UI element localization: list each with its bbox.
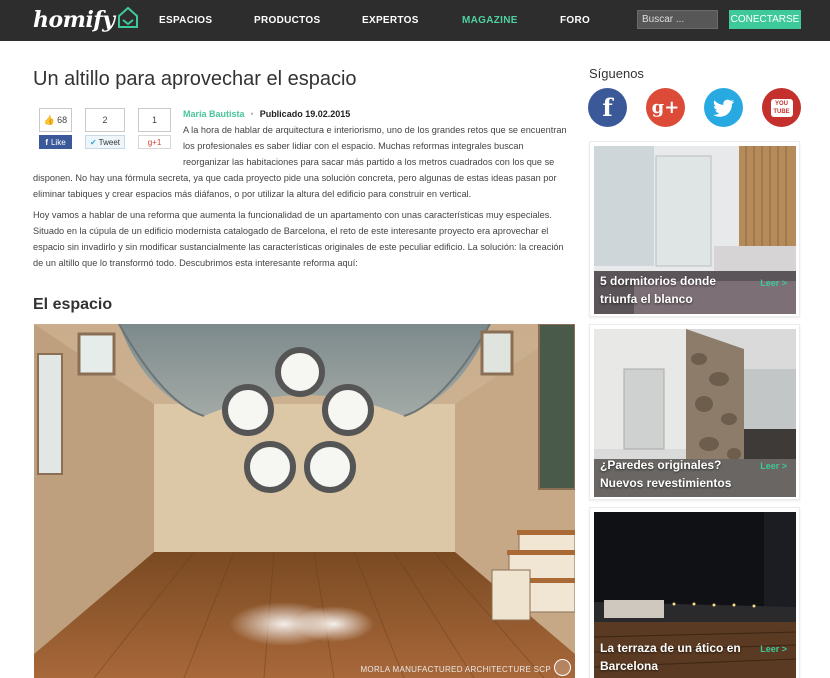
facebook-like-button[interactable]: f Like <box>39 135 72 149</box>
card-title-line: La terraza de un ático en <box>600 641 741 655</box>
nav-espacios[interactable]: ESPACIOS <box>159 0 212 41</box>
fb-count-value: 68 <box>57 115 68 125</box>
intro-paragraph-rest: disponen. No hay una fórmula secreta, ya… <box>33 170 578 202</box>
twitter-icon[interactable] <box>704 88 743 127</box>
search-input[interactable] <box>637 10 718 29</box>
author-link[interactable]: María Bautista <box>183 109 245 119</box>
photo-credit: MORLA MANUFACTURED ARCHITECTURE SCP <box>360 665 551 674</box>
top-navigation-bar: homify ESPACIOS PRODUCTOS EXPERTOS MAGAZ… <box>0 0 830 41</box>
article-main-photo[interactable]: MORLA MANUFACTURED ARCHITECTURE SCP <box>34 324 575 678</box>
google-plus-count: 1 <box>138 108 171 132</box>
google-plus-button[interactable]: g+1 <box>138 135 171 149</box>
nav-expertos[interactable]: EXPERTOS <box>362 0 419 41</box>
twitter-bird-icon <box>712 99 734 117</box>
paragraph-line: de un altillo que lo transformó todo. De… <box>33 258 358 268</box>
tweet-button[interactable]: ✔ Tweet <box>85 135 125 149</box>
twitter-bird-icon: ✔ <box>89 137 97 147</box>
tweet-count: 2 <box>85 108 125 132</box>
facebook-like-widget[interactable]: 👍 68 f Like <box>39 108 72 149</box>
section-heading: El espacio <box>33 296 113 313</box>
intro-line: A la hora de hablar de arquitectura e in… <box>183 125 567 135</box>
card-title-line: Barcelona <box>600 659 659 673</box>
nav-magazine[interactable]: MAGAZINE <box>462 0 518 41</box>
tweet-widget[interactable]: 2 ✔ Tweet <box>85 108 125 149</box>
thumbs-up-icon: 👍 <box>43 114 56 125</box>
second-paragraph: Hoy vamos a hablar de una reforma que au… <box>33 207 578 271</box>
read-more-link[interactable]: Leer > <box>760 461 787 471</box>
facebook-icon[interactable]: f <box>588 88 627 127</box>
intro-line: los profesionales es saber lidiar con el… <box>183 141 524 151</box>
nav-foro[interactable]: FORO <box>560 0 590 41</box>
publish-date: Publicado 19.02.2015 <box>259 109 351 119</box>
article-byline: María Bautista • Publicado 19.02.2015 <box>183 109 350 119</box>
related-article-card[interactable]: 5 dormitorios donde triunfa el blanco Le… <box>589 141 800 317</box>
tweet-label: Tweet <box>98 137 121 147</box>
connect-button[interactable]: CONECTARSE <box>729 10 801 29</box>
attic-room-illustration <box>34 324 575 678</box>
byline-separator: • <box>250 109 254 119</box>
paragraph-line: espacio sin invadirlo y sin modificar su… <box>33 242 564 252</box>
article-title: Un altillo para aprovechar el espacio <box>33 68 357 90</box>
card-title: ¿Paredes originales? Nuevos revestimient… <box>600 456 750 492</box>
facebook-like-count: 👍 68 <box>39 108 72 132</box>
facebook-f-icon: f <box>45 137 48 147</box>
youtube-icon[interactable]: YOU TUBE <box>762 88 801 127</box>
intro-line: eliminar tabiques y crear espacios más d… <box>33 189 472 199</box>
fb-like-label: Like <box>50 137 66 147</box>
homify-logo[interactable]: homify <box>33 6 139 34</box>
follow-us-heading: Síguenos <box>589 66 644 81</box>
intro-line: reorganizar las habitaciones para sacar … <box>183 157 555 167</box>
card-title-line: triunfa el blanco <box>600 292 693 306</box>
paragraph-line: Situado en la cúpula de un edificio mode… <box>33 226 549 236</box>
related-article-card[interactable]: La terraza de un ático en Barcelona Leer… <box>589 507 800 678</box>
related-article-card[interactable]: ¿Paredes originales? Nuevos revestimient… <box>589 324 800 500</box>
intro-paragraph-wrapped: A la hora de hablar de arquitectura e in… <box>183 122 578 170</box>
card-title-line: Nuevos revestimientos <box>600 476 732 490</box>
read-more-link[interactable]: Leer > <box>760 644 787 654</box>
intro-line: disponen. No hay una fórmula secreta, ya… <box>33 173 557 183</box>
house-icon <box>117 6 138 28</box>
google-plus-widget[interactable]: 1 g+1 <box>138 108 171 149</box>
card-title: 5 dormitorios donde triunfa el blanco <box>600 272 750 308</box>
google-plus-icon[interactable]: g+ <box>646 88 685 127</box>
logo-text: homify <box>33 7 115 33</box>
facebook-glyph: f <box>602 93 613 122</box>
nav-productos[interactable]: PRODUCTOS <box>254 0 320 41</box>
paragraph-line: Hoy vamos a hablar de una reforma que au… <box>33 210 552 220</box>
card-title: La terraza de un ático en Barcelona <box>600 639 750 675</box>
card-title-line: ¿Paredes originales? <box>600 458 722 472</box>
youtube-glyph: YOU TUBE <box>770 98 793 117</box>
photographer-logo-icon <box>554 659 571 676</box>
google-plus-glyph: g+ <box>651 97 680 118</box>
read-more-link[interactable]: Leer > <box>760 278 787 288</box>
card-title-line: 5 dormitorios donde <box>600 274 717 288</box>
